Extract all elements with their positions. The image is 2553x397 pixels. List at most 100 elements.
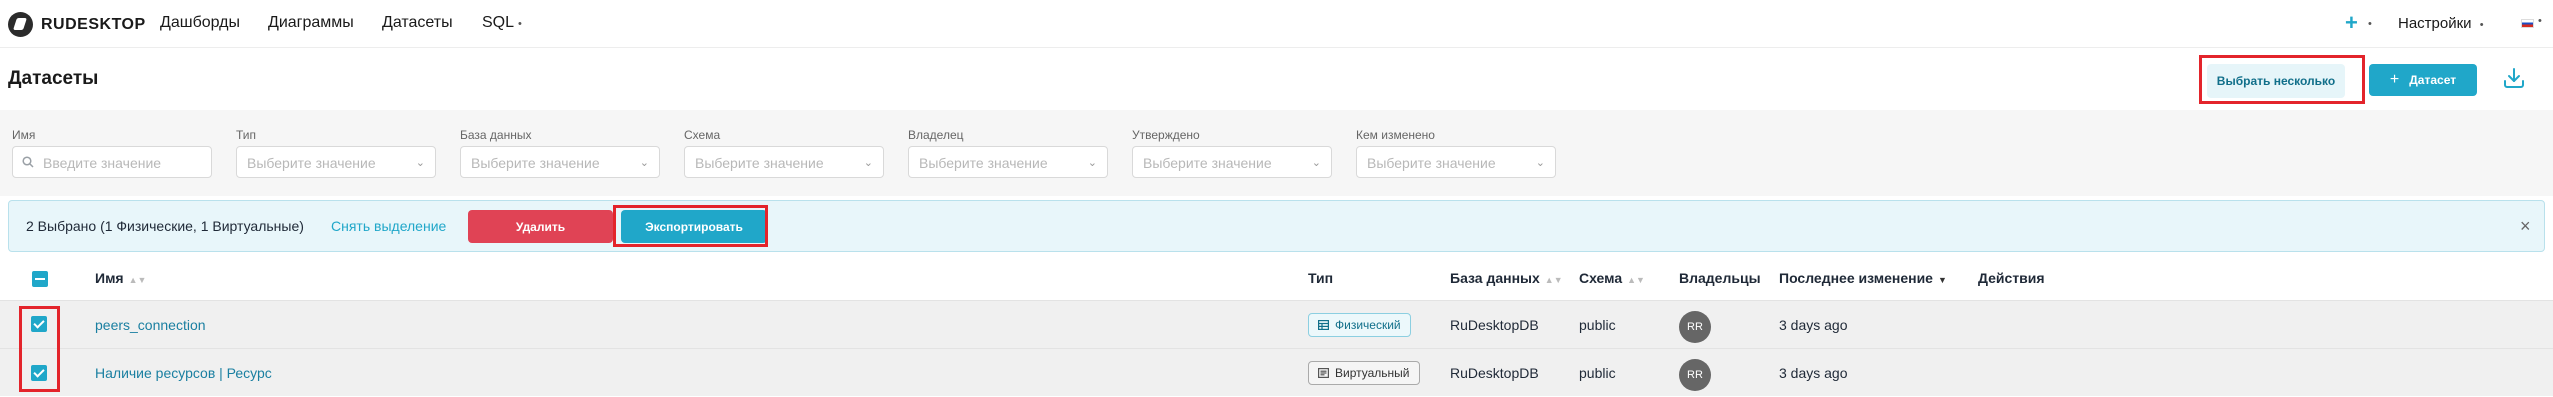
chevron-down-icon: ⌄	[1087, 157, 1097, 169]
schema-cell: public	[1579, 365, 1616, 381]
filter-placeholder: Выберите значение	[1367, 155, 1496, 171]
download-icon	[2504, 68, 2524, 88]
filter-label: База данных	[460, 128, 532, 142]
chevron-down-icon: •	[2538, 15, 2542, 27]
filter-placeholder: Выберите значение	[247, 155, 376, 171]
filter-label: Кем изменено	[1356, 128, 1435, 142]
nav-item-charts[interactable]: Диаграммы	[268, 14, 354, 32]
type-tag-label: Физический	[1335, 318, 1401, 332]
database-cell: RuDesktopDB	[1450, 317, 1539, 333]
top-navigation: RUDESKTOP Дашборды Диаграммы Датасеты SQ…	[0, 0, 2553, 48]
name-search-input[interactable]	[43, 153, 203, 173]
modified-cell: 3 days ago	[1779, 317, 1848, 333]
deselect-all-link[interactable]: Снять выделение	[331, 218, 446, 234]
column-header-name[interactable]: Имя ▲▼	[95, 270, 146, 286]
filter-certified-select[interactable]: Выберите значение ⌄	[1132, 146, 1332, 178]
select-all-checkbox[interactable]	[32, 271, 48, 287]
new-menu[interactable]: + •	[2345, 10, 2372, 36]
search-icon	[22, 156, 34, 168]
avatar[interactable]: RR	[1679, 311, 1711, 343]
add-dataset-label: Датасет	[2409, 73, 2457, 87]
column-header-label: Схема	[1579, 270, 1623, 286]
filter-label: Утверждено	[1132, 128, 1200, 142]
flag-ru-icon[interactable]	[2521, 19, 2534, 28]
filter-bar: Имя Тип Выберите значение ⌄ База данных …	[0, 110, 2553, 196]
filter-placeholder: Выберите значение	[1143, 155, 1272, 171]
table-icon	[1318, 320, 1329, 330]
delete-button[interactable]: Удалить	[468, 210, 613, 243]
filter-schema: Схема Выберите значение ⌄	[684, 128, 884, 178]
table-row: Наличие ресурсов | Ресурс Виртуальный Ru…	[0, 348, 2553, 396]
column-header-schema[interactable]: Схема ▲▼	[1579, 270, 1645, 286]
filter-owner: Владелец Выберите значение ⌄	[908, 128, 1108, 178]
table-row: peers_connection Физический RuDesktopDB …	[0, 300, 2553, 348]
type-tag: Физический	[1308, 313, 1411, 337]
filter-placeholder: Выберите значение	[919, 155, 1048, 171]
select-multiple-button[interactable]: Выбрать несколько	[2207, 64, 2345, 98]
dataset-name-link[interactable]: Наличие ресурсов | Ресурс	[95, 365, 272, 381]
dataset-name-link[interactable]: peers_connection	[95, 317, 206, 333]
filter-label: Имя	[12, 128, 36, 142]
chevron-down-icon: •	[518, 18, 522, 30]
selection-count: 2 Выбрано (1 Физические, 1 Виртуальные)	[26, 218, 304, 234]
row-checkbox[interactable]	[31, 365, 47, 381]
database-cell: RuDesktopDB	[1450, 365, 1539, 381]
filter-placeholder: Выберите значение	[471, 155, 600, 171]
close-icon[interactable]: ×	[2520, 217, 2531, 235]
schema-cell: public	[1579, 317, 1616, 333]
filter-label: Владелец	[908, 128, 964, 142]
add-dataset-button[interactable]: + Датасет	[2369, 64, 2477, 96]
logo[interactable]: RUDESKTOP	[8, 12, 146, 37]
filter-type: Тип Выберите значение ⌄	[236, 128, 436, 178]
nav-item-sql-menu[interactable]: SQL •	[482, 14, 522, 32]
plus-icon: +	[2389, 71, 2400, 88]
filter-owner-select[interactable]: Выберите значение ⌄	[908, 146, 1108, 178]
filter-label: Тип	[236, 128, 257, 142]
row-checkbox[interactable]	[31, 316, 47, 332]
settings-label: Настройки	[2398, 15, 2472, 32]
filter-certified: Утверждено Выберите значение ⌄	[1132, 128, 1332, 178]
table-header: Имя ▲▼ Тип База данных ▲▼ Схема ▲▼ Владельц…	[0, 256, 2553, 300]
download-button[interactable]	[2501, 66, 2527, 92]
type-tag-label: Виртуальный	[1335, 366, 1410, 380]
modified-cell: 3 days ago	[1779, 365, 1848, 381]
chevron-down-icon: ⌄	[1311, 157, 1321, 169]
column-header-label: Последнее изменение	[1779, 270, 1933, 286]
page-title: Датасеты	[8, 68, 99, 89]
filter-label: Схема	[684, 128, 721, 142]
type-tag: Виртуальный	[1308, 361, 1420, 385]
avatar[interactable]: RR	[1679, 359, 1711, 391]
logo-icon	[8, 12, 33, 37]
chevron-down-icon: ⌄	[639, 157, 649, 169]
column-header-owners: Владельцы	[1679, 270, 1761, 286]
sort-icon: ▲▼	[128, 275, 147, 285]
nav-item-sql-label: SQL	[482, 14, 515, 31]
column-header-label: База данных	[1450, 270, 1540, 286]
plus-icon: +	[2345, 10, 2358, 35]
filter-modified-by: Кем изменено Выберите значение ⌄	[1356, 128, 1556, 178]
filter-database-select[interactable]: Выберите значение ⌄	[460, 146, 660, 178]
sort-icon: ▲▼	[1627, 275, 1645, 285]
filter-placeholder: Выберите значение	[695, 155, 824, 171]
bulk-actions-bar: 2 Выбрано (1 Физические, 1 Виртуальные) …	[8, 200, 2545, 252]
filter-name-field	[12, 146, 212, 178]
filter-type-select[interactable]: Выберите значение ⌄	[236, 146, 436, 178]
filter-name: Имя	[12, 128, 212, 178]
chevron-down-icon: •	[2367, 18, 2372, 31]
chevron-down-icon: ⌄	[863, 157, 873, 169]
logo-text: RUDESKTOP	[41, 15, 146, 33]
filter-database: База данных Выберите значение ⌄	[460, 128, 660, 178]
settings-menu[interactable]: Настройки •	[2398, 15, 2484, 32]
chevron-down-icon: ⌄	[1535, 157, 1545, 169]
column-header-type: Тип	[1308, 270, 1334, 286]
filter-modified-by-select[interactable]: Выберите значение ⌄	[1356, 146, 1556, 178]
chevron-down-icon: •	[2479, 19, 2484, 31]
nav-item-datasets[interactable]: Датасеты	[382, 14, 453, 32]
filter-schema-select[interactable]: Выберите значение ⌄	[684, 146, 884, 178]
column-header-modified[interactable]: Последнее изменение ▼	[1779, 270, 1947, 286]
column-header-actions: Действия	[1978, 270, 2045, 286]
chevron-down-icon: ⌄	[415, 157, 425, 169]
column-header-database[interactable]: База данных ▲▼	[1450, 270, 1563, 286]
nav-item-dashboards[interactable]: Дашборды	[160, 14, 240, 32]
export-button[interactable]: Экспортировать	[621, 210, 767, 243]
